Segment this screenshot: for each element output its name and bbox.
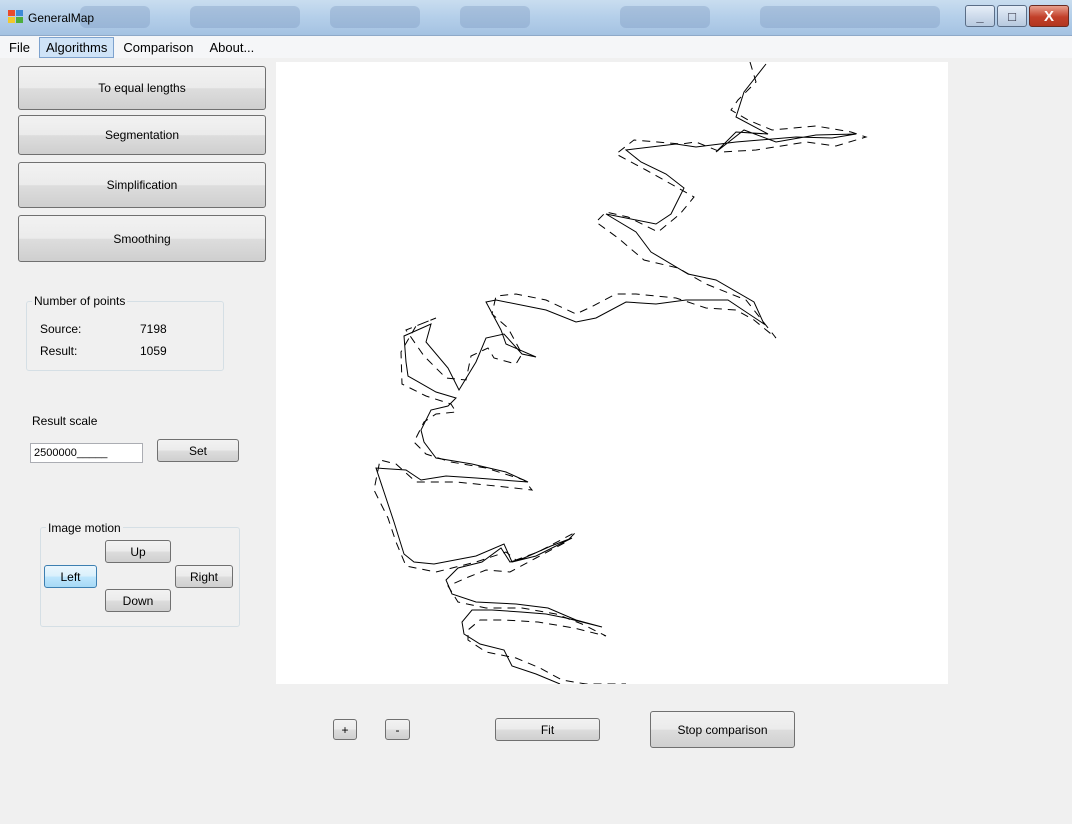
menu-about[interactable]: About... — [202, 37, 261, 58]
result-line — [375, 63, 857, 684]
move-left-button[interactable]: Left — [44, 565, 97, 588]
move-down-button[interactable]: Down — [105, 589, 171, 612]
result-scale-input[interactable] — [30, 443, 143, 463]
close-icon[interactable]: X — [1029, 5, 1069, 27]
maximize-icon[interactable]: □ — [997, 5, 1027, 27]
stop-comparison-button[interactable]: Stop comparison — [650, 711, 795, 748]
menu-bar: File Algorithms Comparison About... — [0, 36, 1072, 58]
menu-comparison[interactable]: Comparison — [116, 37, 200, 58]
result-scale-label: Result scale — [32, 414, 98, 428]
menu-file[interactable]: File — [2, 37, 37, 58]
source-value: 7198 — [140, 322, 167, 336]
set-scale-button[interactable]: Set — [157, 439, 239, 462]
title-bar: GeneralMap _ □ X — [0, 0, 1072, 36]
segmentation-button[interactable]: Segmentation — [18, 115, 266, 155]
result-label: Result: — [40, 344, 78, 358]
title-bar-blur — [190, 6, 300, 28]
title-bar-blur — [620, 6, 710, 28]
app-map-icon — [8, 10, 24, 24]
fit-button[interactable]: Fit — [495, 718, 600, 741]
title-bar-blur — [760, 6, 940, 28]
image-motion-title: Image motion — [46, 521, 123, 535]
menu-algorithms[interactable]: Algorithms — [38, 36, 115, 58]
title-bar-blur — [330, 6, 420, 28]
map-canvas[interactable] — [276, 62, 948, 684]
window-title: GeneralMap — [28, 11, 95, 25]
number-of-points-group — [26, 301, 224, 371]
to-equal-lengths-button[interactable]: To equal lengths — [18, 66, 266, 110]
move-up-button[interactable]: Up — [105, 540, 171, 563]
number-of-points-title: Number of points — [32, 294, 128, 308]
map-drawing — [373, 62, 868, 684]
move-right-button[interactable]: Right — [175, 565, 233, 588]
zoom-in-button[interactable]: + — [333, 719, 357, 740]
minimize-icon[interactable]: _ — [965, 5, 995, 27]
zoom-out-button[interactable]: - — [385, 719, 410, 740]
source-label: Source: — [40, 322, 82, 336]
smoothing-button[interactable]: Smoothing — [18, 215, 266, 262]
source-line — [373, 62, 868, 684]
title-bar-blur — [460, 6, 530, 28]
result-value: 1059 — [140, 344, 167, 358]
simplification-button[interactable]: Simplification — [18, 162, 266, 208]
